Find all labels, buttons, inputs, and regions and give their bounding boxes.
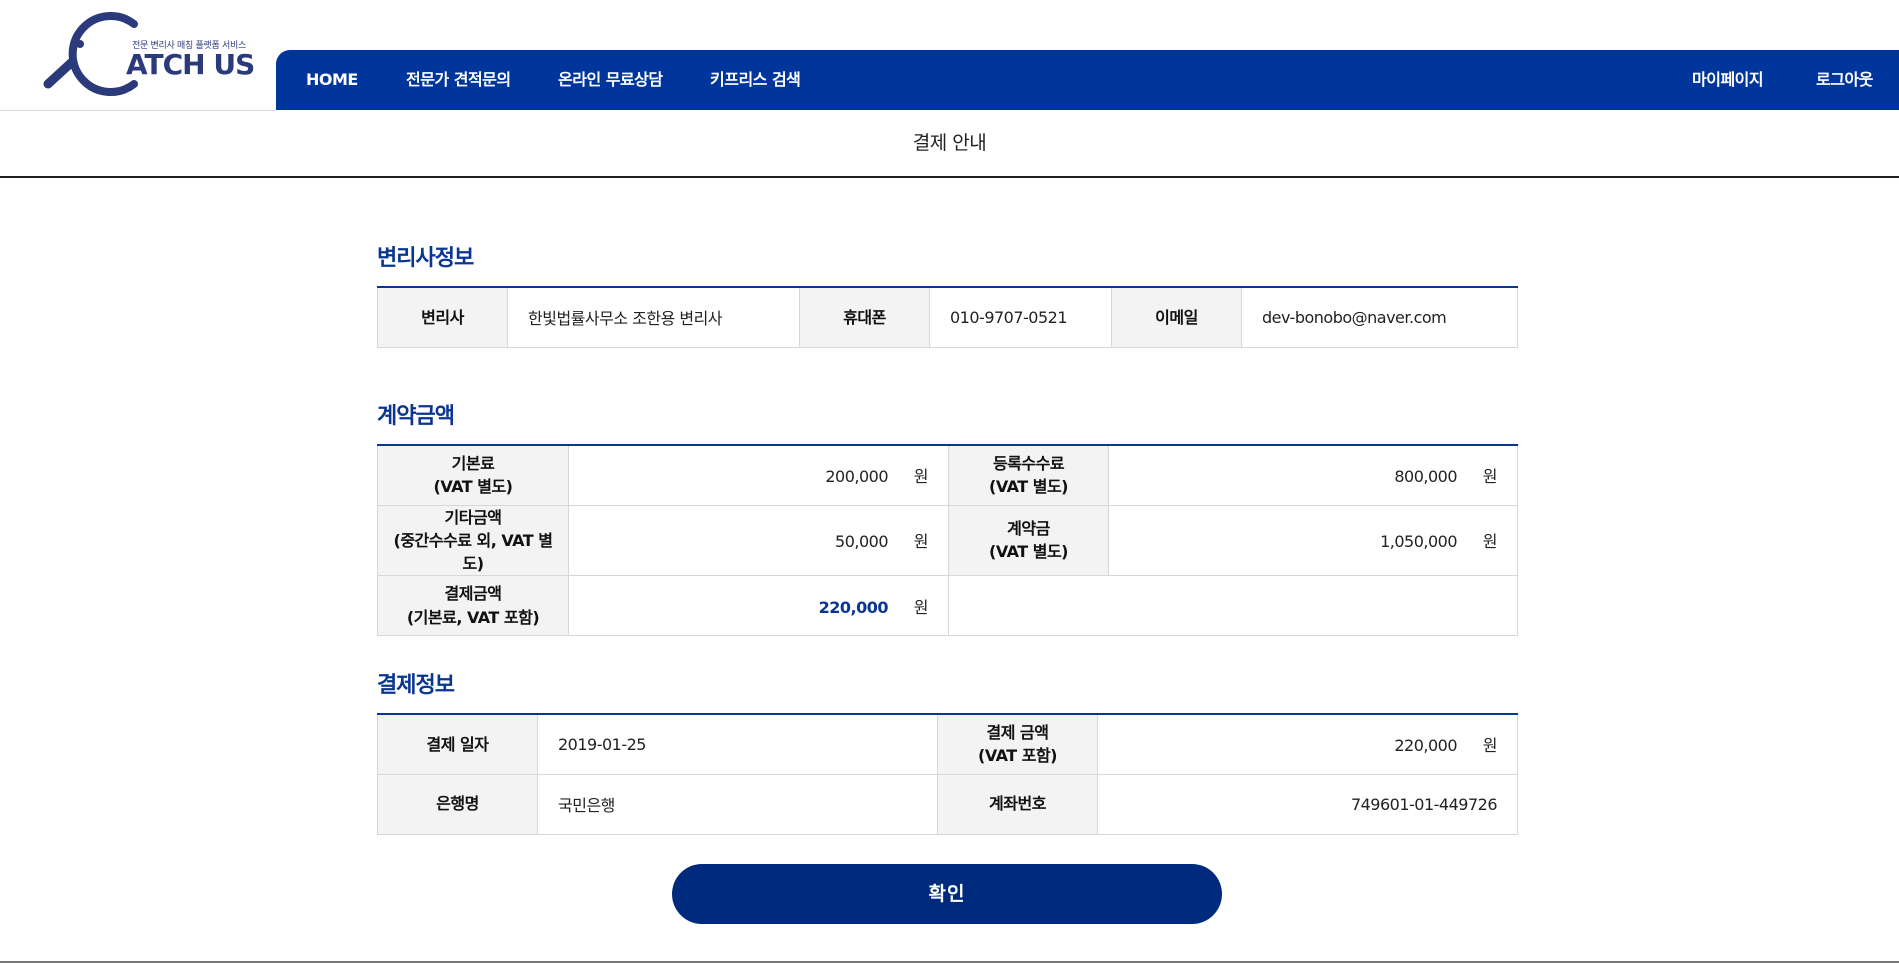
attorney-email-label: 이메일 bbox=[1111, 286, 1242, 348]
table-row: 기본료 (VAT 별도) 200,000 원 등록수수료 (VAT 별도) 800,0… bbox=[377, 444, 1518, 506]
nav-free-consult[interactable]: 온라인 무료상담 bbox=[558, 50, 663, 110]
empty-cell bbox=[948, 575, 1518, 637]
nav-home[interactable]: HOME bbox=[306, 50, 358, 110]
table-row: 은행명 국민은행 계좌번호 749601-01-449726 bbox=[377, 773, 1518, 835]
account-number-value: 749601-01-449726 bbox=[1097, 773, 1518, 835]
attorney-info-table: 변리사 한빛법률사무소 조한용 변리사 휴대폰 010-9707-0521 이메… bbox=[377, 286, 1518, 348]
payment-total-label: 결제 금액 (VAT 포함) bbox=[937, 713, 1098, 775]
attorney-name-label: 변리사 bbox=[377, 286, 508, 348]
payment-date-label: 결제 일자 bbox=[377, 713, 538, 775]
other-fee-label: 기타금액 (중간수수료 외, VAT 별도) bbox=[377, 504, 569, 577]
attorney-phone-label: 휴대폰 bbox=[799, 286, 930, 348]
payment-amount-label: 결제금액 (기본료, VAT 포함) bbox=[377, 575, 569, 637]
attorney-section-title: 변리사정보 bbox=[377, 246, 474, 271]
table-row: 기타금액 (중간수수료 외, VAT 별도) 50,000 원 계약금 (VAT 별도… bbox=[377, 504, 1518, 577]
attorney-name-value: 한빛법률사무소 조한용 변리사 bbox=[507, 286, 800, 348]
payment-info-table: 결제 일자 2019-01-25 결제 금액 (VAT 포함) 220,000 원 … bbox=[377, 713, 1518, 835]
logo-wordmark: ATCH US bbox=[126, 48, 255, 81]
bank-name-value: 국민은행 bbox=[537, 773, 938, 835]
confirm-button[interactable]: 확인 bbox=[672, 864, 1222, 924]
main-nav: HOME 전문가 견적문의 온라인 무료상담 키프리스 검색 마이페이지 로그아… bbox=[276, 50, 1899, 110]
deposit-value: 1,050,000 원 bbox=[1108, 504, 1518, 577]
deposit-label: 계약금 (VAT 별도) bbox=[948, 504, 1109, 577]
bank-name-label: 은행명 bbox=[377, 773, 538, 835]
base-fee-label: 기본료 (VAT 별도) bbox=[377, 444, 569, 506]
table-row: 변리사 한빛법률사무소 조한용 변리사 휴대폰 010-9707-0521 이메… bbox=[377, 286, 1518, 348]
other-fee-value: 50,000 원 bbox=[568, 504, 949, 577]
registration-fee-value: 800,000 원 bbox=[1108, 444, 1518, 506]
nav-logout[interactable]: 로그아웃 bbox=[1816, 50, 1873, 110]
payment-section-title: 결제정보 bbox=[377, 673, 455, 698]
payment-total-value: 220,000 원 bbox=[1097, 713, 1518, 775]
nav-expert-quote[interactable]: 전문가 견적문의 bbox=[406, 50, 511, 110]
registration-fee-label: 등록수수료 (VAT 별도) bbox=[948, 444, 1109, 506]
catch-us-logo[interactable]: 전문 변리사 매칭 플랫폼 서비스 ATCH US bbox=[38, 10, 258, 100]
nav-mypage[interactable]: 마이페이지 bbox=[1692, 50, 1764, 110]
base-fee-value: 200,000 원 bbox=[568, 444, 949, 506]
contract-amount-table: 기본료 (VAT 별도) 200,000 원 등록수수료 (VAT 별도) 800,0… bbox=[377, 444, 1518, 637]
payment-amount-value: 220,000 원 bbox=[568, 575, 949, 637]
table-row: 결제금액 (기본료, VAT 포함) 220,000 원 bbox=[377, 575, 1518, 637]
page-title: 결제 안내 bbox=[0, 111, 1899, 178]
account-number-label: 계좌번호 bbox=[937, 773, 1098, 835]
attorney-email-value: dev-bonobo@naver.com bbox=[1241, 286, 1518, 348]
header: 전문 변리사 매칭 플랫폼 서비스 ATCH US HOME 전문가 견적문의 … bbox=[0, 0, 1899, 111]
payment-date-value: 2019-01-25 bbox=[537, 713, 938, 775]
attorney-phone-value: 010-9707-0521 bbox=[929, 286, 1112, 348]
table-row: 결제 일자 2019-01-25 결제 금액 (VAT 포함) 220,000 원 bbox=[377, 713, 1518, 775]
nav-kipris-search[interactable]: 키프리스 검색 bbox=[710, 50, 801, 110]
contract-section-title: 계약금액 bbox=[377, 404, 455, 429]
